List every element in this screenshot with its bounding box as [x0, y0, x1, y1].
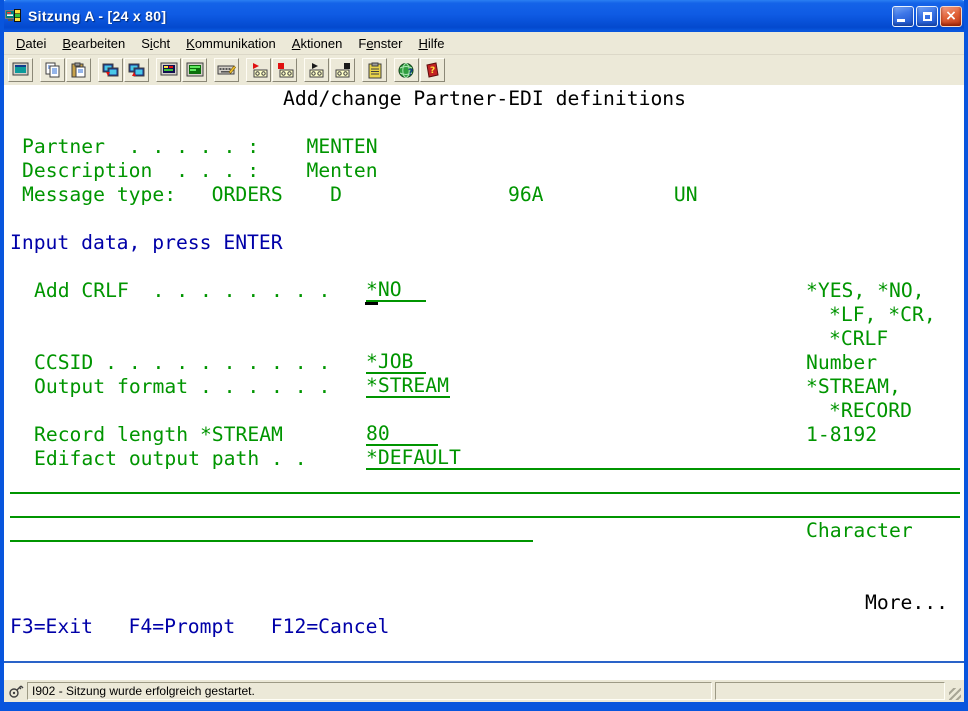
output-format-label: Output format . . . . . .	[34, 375, 330, 399]
text-cursor	[365, 302, 378, 305]
copy-button[interactable]	[40, 58, 65, 82]
stop-macro-icon	[276, 62, 294, 79]
receive-file-icon	[128, 62, 146, 79]
add-crlf-values-3: *CRLF	[829, 327, 888, 351]
menu-bearbeiten[interactable]: Bearbeiten	[54, 33, 133, 54]
quit-macro-button[interactable]	[330, 58, 355, 82]
copy-icon	[44, 62, 62, 79]
client-area-gap	[4, 661, 964, 680]
session-view-icon	[186, 62, 204, 78]
description-line: Description . . . : Menten	[22, 159, 378, 183]
svg-text:?: ?	[408, 68, 413, 78]
add-crlf-values-2: *LF, *CR,	[829, 303, 936, 327]
paste-button[interactable]	[66, 58, 91, 82]
status-bar: I902 - Sitzung wurde erfolgreich gestart…	[4, 680, 964, 702]
maximize-button[interactable]	[916, 6, 938, 27]
edifact-path-field[interactable]: *DEFAULT	[366, 447, 960, 470]
menu-datei[interactable]: Datei	[8, 33, 54, 54]
status-message: I902 - Sitzung wurde erfolgreich gestart…	[32, 684, 255, 698]
minimize-icon	[897, 19, 905, 22]
minimize-button[interactable]	[892, 6, 914, 27]
close-button[interactable]: ×	[940, 6, 962, 27]
terminal-screen[interactable]: Add/change Partner-EDI definitions Partn…	[4, 85, 964, 661]
output-format-values-2: *RECORD	[829, 399, 912, 423]
toolbar: ? ?	[4, 55, 964, 85]
session-status-icon	[8, 683, 24, 699]
menu-bar: Datei Bearbeiten Sicht Kommunikation Akt…	[4, 32, 964, 55]
edifact-path-label: Edifact output path . .	[34, 447, 307, 471]
menu-fenster[interactable]: Fenster	[350, 33, 410, 54]
record-length-label: Record length *STREAM	[34, 423, 283, 447]
add-crlf-label: Add CRLF . . . . . . . .	[34, 279, 330, 303]
receive-file-button[interactable]	[124, 58, 149, 82]
message-type-line: Message type: ORDERS D 96A UN	[22, 183, 698, 207]
character-hint: Character	[806, 519, 913, 543]
title-bar[interactable]: Sitzung A - [24 x 80] ×	[0, 0, 968, 32]
new-session-button[interactable]	[8, 58, 33, 82]
help-button[interactable]: ?	[420, 58, 445, 82]
clipboard-icon	[367, 62, 383, 79]
quit-macro-icon	[334, 62, 352, 79]
emulator-window: Sitzung A - [24 x 80] × Datei Bearbeiten…	[0, 0, 968, 711]
menu-hilfe[interactable]: Hilfe	[410, 33, 452, 54]
more-indicator: More...	[865, 591, 948, 615]
partner-line: Partner . . . . . : MENTEN	[22, 135, 378, 159]
display-setup-button[interactable]	[156, 58, 181, 82]
maximize-icon	[923, 12, 932, 21]
window-title: Sitzung A - [24 x 80]	[28, 8, 892, 24]
help-icon: ?	[424, 62, 441, 79]
ccsid-values: Number	[806, 351, 877, 375]
menu-kommunikation[interactable]: Kommunikation	[178, 33, 284, 54]
output-format-field[interactable]: *STREAM	[366, 375, 450, 398]
menu-aktionen[interactable]: Aktionen	[284, 33, 351, 54]
status-message-panel: I902 - Sitzung wurde erfolgreich gestart…	[27, 682, 712, 700]
function-keys-line: F3=Exit F4=Prompt F12=Cancel	[10, 615, 389, 639]
play-macro-button[interactable]	[304, 58, 329, 82]
web-help-button[interactable]: ?	[394, 58, 419, 82]
menu-sicht[interactable]: Sicht	[133, 33, 178, 54]
app-icon	[5, 8, 23, 25]
send-file-button[interactable]	[98, 58, 123, 82]
web-help-icon: ?	[398, 62, 415, 79]
screen-title: Add/change Partner-EDI definitions	[283, 87, 686, 111]
play-macro-icon	[308, 62, 326, 79]
session-view-button[interactable]	[182, 58, 207, 82]
record-length-field[interactable]: 80	[366, 423, 438, 446]
display-setup-icon	[160, 62, 178, 78]
record-macro-button[interactable]	[246, 58, 271, 82]
send-file-icon	[102, 62, 120, 79]
path-continuation-field-1[interactable]	[10, 471, 960, 494]
resize-grip[interactable]	[949, 688, 961, 700]
svg-text:?: ?	[430, 66, 435, 76]
paste-icon	[70, 62, 88, 79]
record-macro-icon	[250, 62, 268, 79]
clipboard-button[interactable]	[362, 58, 387, 82]
character-field[interactable]	[10, 519, 533, 542]
add-crlf-values-1: *YES, *NO,	[806, 279, 925, 303]
ccsid-field[interactable]: *JOB	[366, 351, 426, 374]
record-length-values: 1-8192	[806, 423, 877, 447]
output-format-values-1: *STREAM,	[806, 375, 901, 399]
status-secondary-panel	[715, 682, 945, 700]
path-continuation-field-2[interactable]	[10, 495, 960, 518]
new-session-icon	[12, 62, 30, 78]
stop-macro-button[interactable]	[272, 58, 297, 82]
ccsid-label: CCSID . . . . . . . . . .	[34, 351, 330, 375]
keyboard-setup-button[interactable]	[214, 58, 239, 82]
add-crlf-field[interactable]: *NO	[366, 279, 426, 302]
instruction-line: Input data, press ENTER	[10, 231, 283, 255]
keyboard-setup-icon	[217, 62, 236, 78]
close-icon: ×	[945, 9, 957, 23]
